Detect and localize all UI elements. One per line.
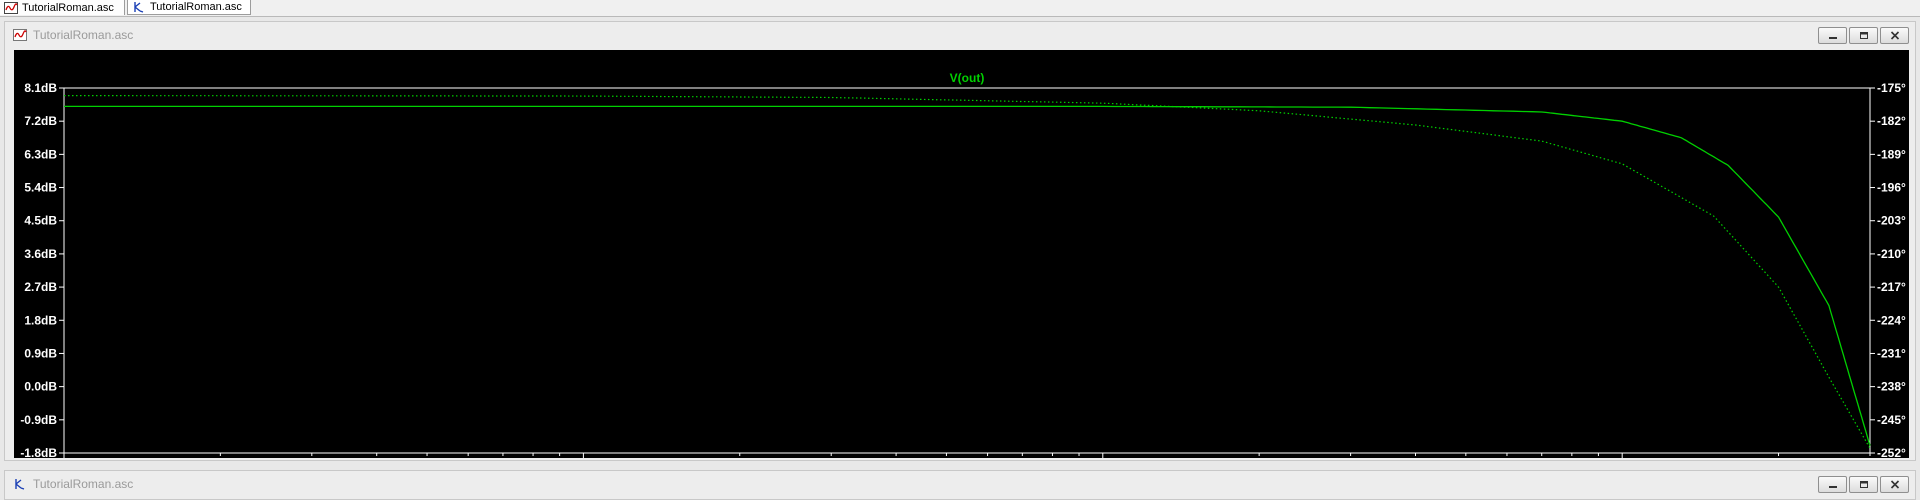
restore-button[interactable] xyxy=(1849,476,1878,493)
close-button[interactable] xyxy=(1880,27,1909,44)
left-axis-tick-label: 3.6dB xyxy=(24,247,57,261)
close-button[interactable] xyxy=(1880,476,1909,493)
minimize-icon xyxy=(1828,36,1837,39)
right-axis-tick-label: -196° xyxy=(1877,181,1906,195)
left-axis-tick-label: 0.0dB xyxy=(24,380,57,394)
left-axis-tick-label: 0.9dB xyxy=(24,346,57,360)
restore-icon xyxy=(1859,32,1868,39)
right-axis-tick-label: -203° xyxy=(1877,214,1906,228)
right-axis-tick-label: -245° xyxy=(1877,413,1906,427)
left-axis-tick-label: 7.2dB xyxy=(24,114,57,128)
plot-title: V(out) xyxy=(950,71,985,85)
left-axis-tick-label: -1.8dB xyxy=(20,446,57,458)
right-axis-tick-label: -252° xyxy=(1877,446,1906,458)
magnitude-trace xyxy=(64,105,1871,446)
close-icon xyxy=(1890,480,1899,489)
schematic-icon xyxy=(15,479,25,490)
window-controls xyxy=(1818,476,1909,493)
plot-pane[interactable]: V(out) 8.1dB 7.2dB 6.3dB 5.4dB 4.5dB 3.6dB 2.7d… xyxy=(14,50,1909,458)
left-axis-tick-label: 4.5dB xyxy=(24,214,57,228)
left-axis-tick-label: 8.1dB xyxy=(24,81,57,95)
minimize-button[interactable] xyxy=(1818,476,1847,493)
minimize-icon xyxy=(1828,485,1837,488)
restore-icon xyxy=(1859,481,1868,488)
right-axis-tick-label: -238° xyxy=(1877,380,1906,394)
plot-border xyxy=(63,87,1871,454)
waveform-icon xyxy=(13,29,27,41)
bode-plot[interactable]: V(out) 8.1dB 7.2dB 6.3dB 5.4dB 4.5dB 3.6dB 2.7d… xyxy=(14,50,1909,458)
right-axis-tick-label: -224° xyxy=(1877,313,1906,327)
tab-waveform[interactable]: TutorialRoman.asc xyxy=(0,0,125,15)
right-axis-tick-label: -175° xyxy=(1877,81,1906,95)
left-axis-tick-label: 5.4dB xyxy=(24,181,57,195)
left-axis-tick-label: 1.8dB xyxy=(24,313,57,327)
window-titlebar[interactable]: TutorialRoman.asc xyxy=(5,22,1915,48)
minimize-button[interactable] xyxy=(1818,27,1847,44)
window-controls xyxy=(1818,27,1909,44)
left-axis-tick-label: -0.9dB xyxy=(20,413,57,427)
right-axis-tick-label: -210° xyxy=(1877,247,1906,261)
right-axis-tick-label: -182° xyxy=(1877,114,1906,128)
tab-label: TutorialRoman.asc xyxy=(150,1,242,13)
left-axis-tick-label: 6.3dB xyxy=(24,147,57,161)
phase-trace xyxy=(64,95,1871,449)
tab-label: TutorialRoman.asc xyxy=(22,1,114,14)
right-axis-tick-label: -217° xyxy=(1877,280,1906,294)
document-tab-strip: TutorialRoman.asc TutorialRoman.asc xyxy=(0,0,1920,17)
tab-schematic[interactable]: TutorialRoman.asc xyxy=(127,0,251,15)
waveform-window: TutorialRoman.asc V(out) 8.1dB 7.2dB 6.3dB 5… xyxy=(4,21,1916,461)
right-axis-tick-label: -231° xyxy=(1877,346,1906,360)
restore-button[interactable] xyxy=(1849,27,1878,44)
close-icon xyxy=(1890,31,1899,40)
waveform-icon xyxy=(4,1,18,14)
window-title: TutorialRoman.asc xyxy=(33,477,134,491)
schematic-icon xyxy=(134,2,144,13)
right-axis-tick-label: -189° xyxy=(1877,147,1906,161)
window-title: TutorialRoman.asc xyxy=(33,28,134,42)
window-titlebar[interactable]: TutorialRoman.asc xyxy=(5,471,1915,497)
left-axis-tick-label: 2.7dB xyxy=(24,280,57,294)
